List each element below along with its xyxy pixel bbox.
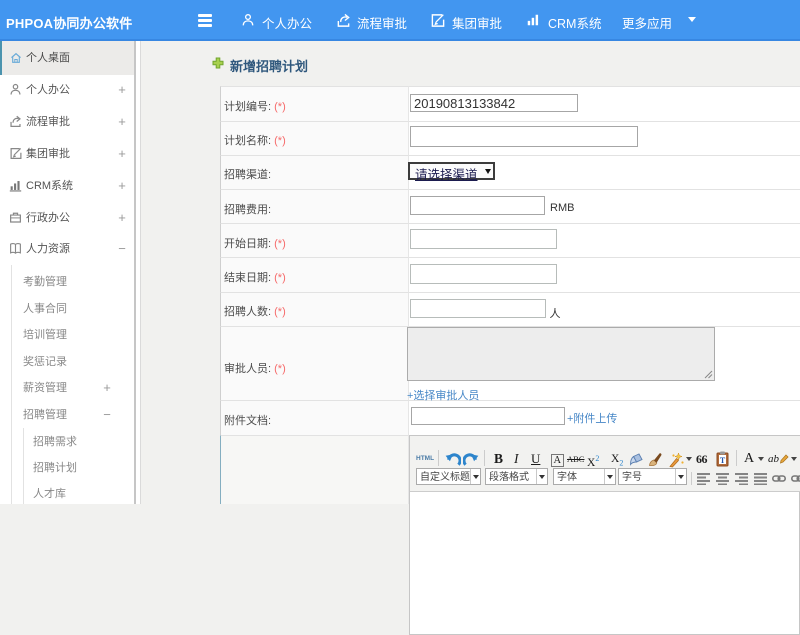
svg-text:T: T: [720, 456, 726, 465]
